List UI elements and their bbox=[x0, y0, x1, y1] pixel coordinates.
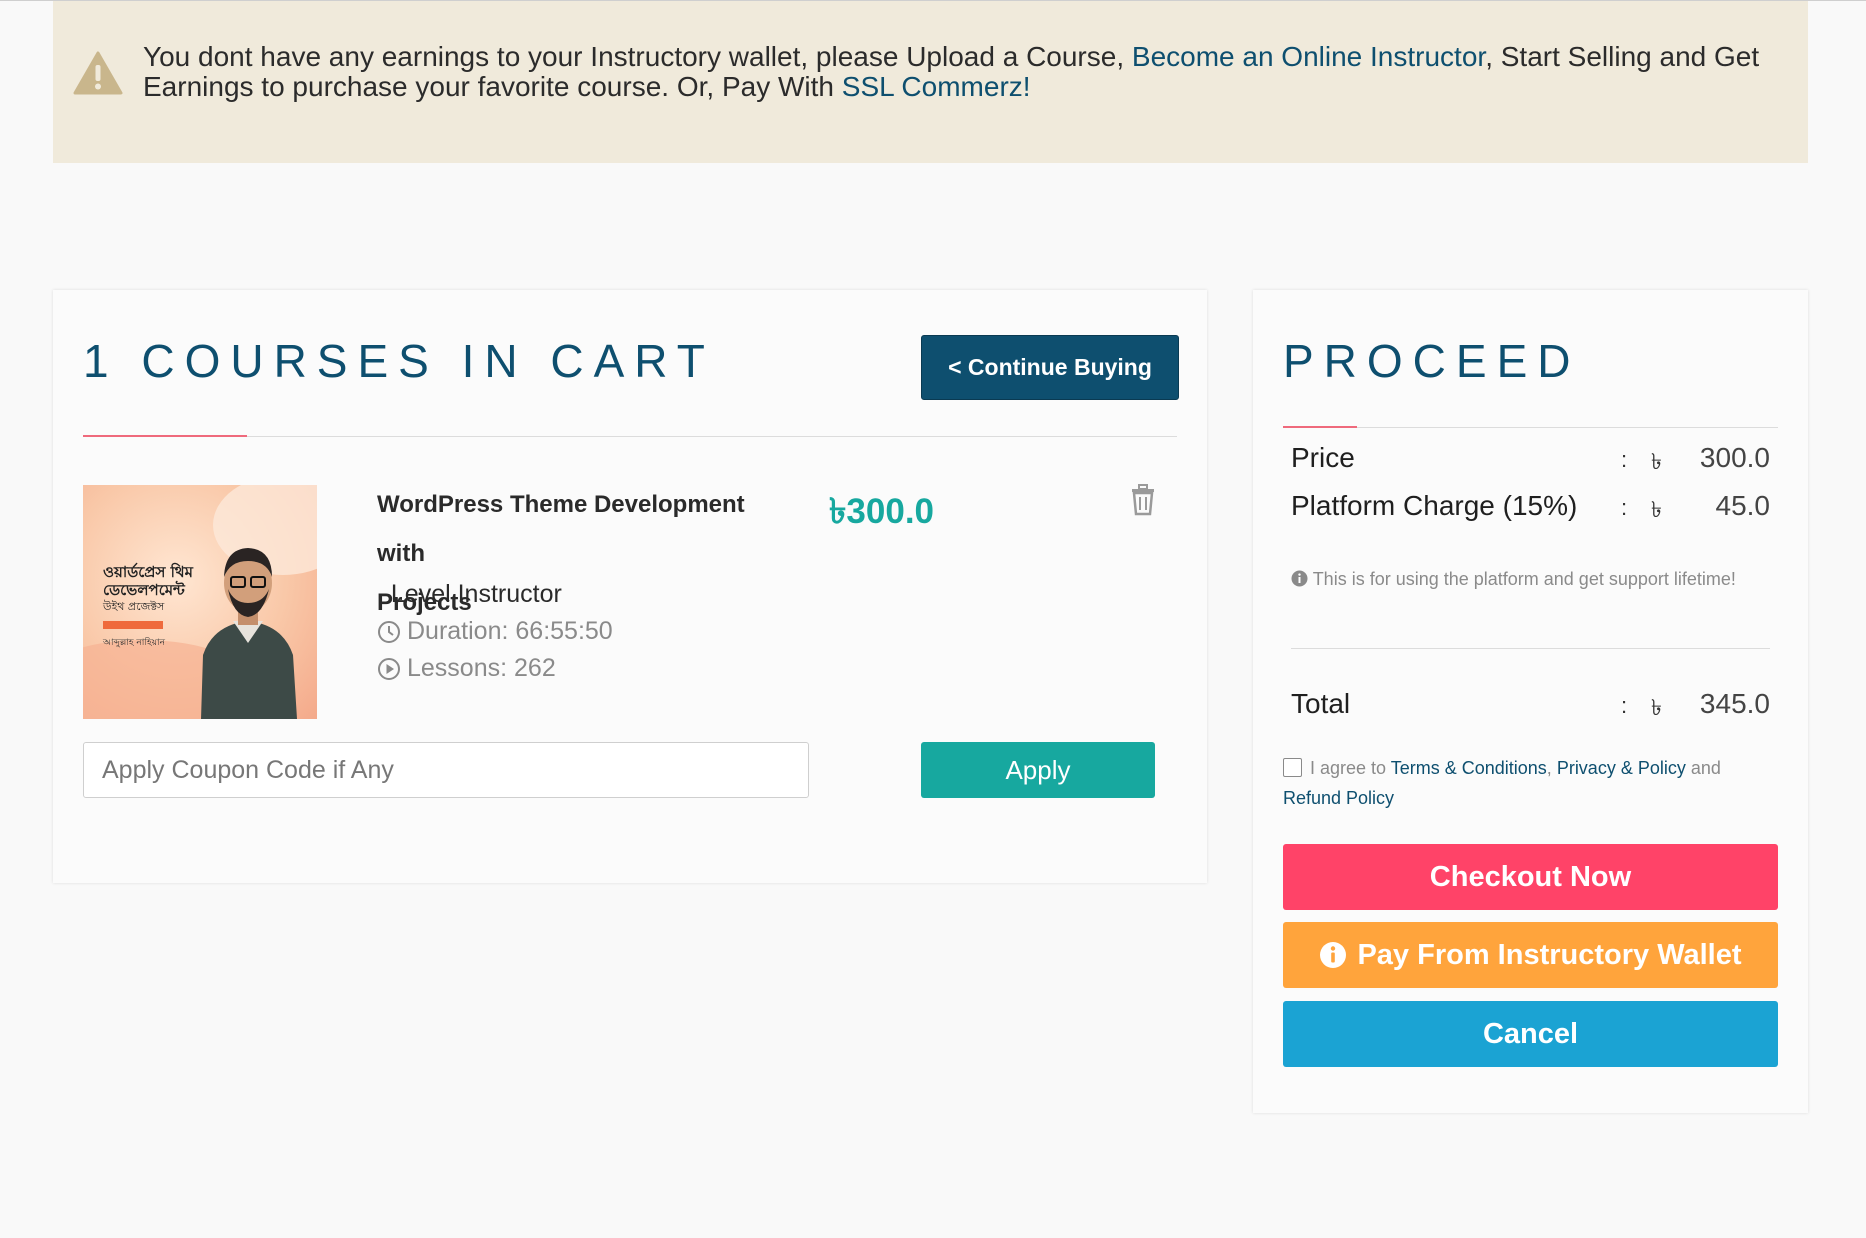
thumb-author: আব্দুল্লাহ নাহিয়ান bbox=[103, 638, 165, 648]
course-price: ৳300.0 bbox=[829, 492, 935, 531]
charge-value: 45.0 bbox=[1715, 490, 1771, 521]
privacy-link[interactable]: Privacy & Policy bbox=[1557, 758, 1686, 778]
price-currency: ৳ bbox=[1651, 449, 1662, 474]
platform-charge-note-text: This is for using the platform and get s… bbox=[1312, 569, 1736, 589]
checkbox-icon[interactable] bbox=[1283, 758, 1302, 777]
warning-icon bbox=[73, 51, 123, 95]
total-divider bbox=[1291, 648, 1770, 649]
cart-divider bbox=[83, 436, 1177, 437]
info-icon bbox=[1291, 570, 1308, 587]
charge-colon: : bbox=[1621, 495, 1628, 520]
charge-currency: ৳ bbox=[1651, 497, 1662, 522]
platform-charge-note: This is for using the platform and get s… bbox=[1291, 564, 1761, 594]
total-colon: : bbox=[1621, 693, 1628, 718]
cart-heading: 1 COURSES IN CART bbox=[83, 335, 715, 387]
refund-link[interactable]: Refund Policy bbox=[1283, 788, 1394, 808]
cart-card: 1 COURSES IN CART < Continue Buying ওয়া… bbox=[53, 290, 1207, 883]
agree-and: and bbox=[1685, 758, 1721, 778]
total-value: 345.0 bbox=[1699, 688, 1770, 719]
info-icon bbox=[1320, 942, 1347, 968]
course-duration: Duration: 66:55:50 bbox=[377, 617, 613, 646]
cancel-button[interactable]: Cancel bbox=[1283, 1001, 1778, 1067]
become-instructor-link[interactable]: Become an Online Instructor bbox=[1132, 41, 1485, 72]
continue-buying-button[interactable]: < Continue Buying bbox=[921, 335, 1179, 400]
alert-text-1: You dont have any earnings to your Instr… bbox=[143, 41, 1132, 72]
total-currency: ৳ bbox=[1651, 695, 1662, 720]
trash-icon[interactable] bbox=[1129, 484, 1157, 516]
coupon-input[interactable] bbox=[83, 742, 809, 798]
agree-terms: I agree to Terms & Conditions, Privacy &… bbox=[1283, 753, 1783, 813]
course-thumbnail[interactable]: ওয়ার্ডপ্রেস থিম ডেভেলপমেন্ট উইথ প্রজেক্… bbox=[83, 485, 317, 719]
course-instructor: , Level Instructor bbox=[377, 580, 562, 608]
course-lessons-text: Lessons: 262 bbox=[407, 654, 556, 682]
alert-message: You dont have any earnings to your Instr… bbox=[143, 42, 1783, 102]
proceed-divider bbox=[1283, 427, 1778, 428]
price-colon: : bbox=[1621, 447, 1628, 472]
pay-from-wallet-button[interactable]: Pay From Instructory Wallet bbox=[1283, 922, 1778, 988]
apply-coupon-button[interactable]: Apply bbox=[921, 742, 1155, 798]
price-value: 300.0 bbox=[1699, 442, 1770, 473]
course-title-line-1: WordPress Theme Development with bbox=[377, 491, 745, 567]
agree-text: I agree to bbox=[1310, 758, 1391, 778]
play-circle-icon bbox=[378, 657, 400, 680]
proceed-card: PROCEED Price : ৳ 300.0 Platform Charge … bbox=[1253, 290, 1808, 1113]
agree-comma: , bbox=[1546, 758, 1557, 778]
total-label: Total bbox=[1291, 688, 1351, 719]
proceed-divider-accent bbox=[1283, 426, 1357, 428]
price-label: Price bbox=[1291, 442, 1355, 473]
cart-divider-accent bbox=[83, 435, 247, 437]
course-lessons: Lessons: 262 bbox=[377, 654, 556, 683]
charge-label: Platform Charge (15%) bbox=[1291, 490, 1578, 521]
ssl-commerz-link[interactable]: SSL Commerz! bbox=[842, 71, 1031, 102]
thumb-title-3: উইথ প্রজেক্টস bbox=[103, 600, 165, 613]
checkout-now-button[interactable]: Checkout Now bbox=[1283, 844, 1778, 910]
wallet-alert: You dont have any earnings to your Instr… bbox=[53, 1, 1808, 163]
proceed-heading: PROCEED bbox=[1283, 335, 1581, 387]
clock-icon bbox=[378, 620, 400, 643]
terms-link[interactable]: Terms & Conditions bbox=[1391, 758, 1547, 778]
pay-from-wallet-label: Pay From Instructory Wallet bbox=[1357, 938, 1742, 971]
course-duration-text: Duration: 66:55:50 bbox=[407, 617, 613, 645]
